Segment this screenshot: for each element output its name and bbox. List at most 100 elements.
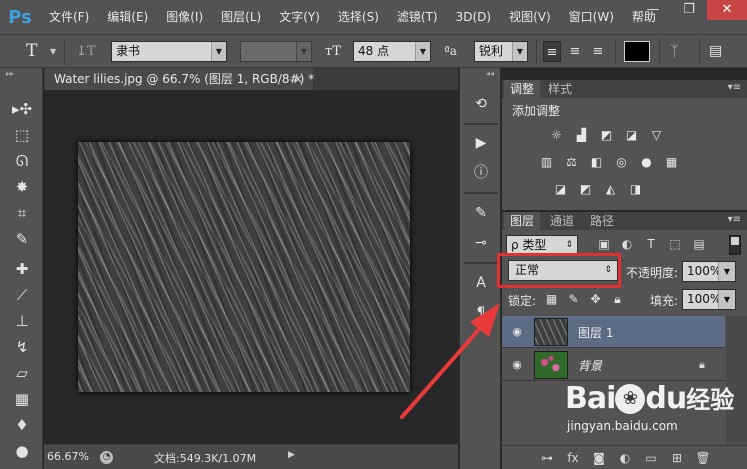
eyedropper-tool-icon[interactable]: ✎ xyxy=(10,228,34,250)
panel-grip[interactable]: ◂◂ xyxy=(460,68,500,80)
vibrance-icon[interactable]: ▽ xyxy=(648,128,665,143)
font-family-select[interactable]: 隶书 ▼ xyxy=(111,41,227,62)
magic-wand-tool-icon[interactable]: ✸ xyxy=(10,176,34,198)
fill-field[interactable]: 100% ▼ xyxy=(682,289,736,310)
text-orientation-icon[interactable]: ↨T xyxy=(76,41,96,62)
lock-image-icon[interactable]: ✎ xyxy=(566,292,581,307)
type-tool-preset-icon[interactable]: T xyxy=(26,41,37,62)
menu-layer[interactable]: 图层(L) xyxy=(212,0,270,34)
invert-icon[interactable]: ◪ xyxy=(552,182,569,197)
eraser-tool-icon[interactable]: ▱ xyxy=(10,362,34,384)
crop-tool-icon[interactable]: ⌗ xyxy=(10,202,34,224)
type-filter-icon[interactable]: T xyxy=(643,236,659,252)
panel-menu-icon[interactable]: ▾≡ xyxy=(728,214,741,225)
link-layers-icon[interactable]: ⊶ xyxy=(538,449,556,467)
color-lookup-icon[interactable]: ▦ xyxy=(663,155,680,170)
paragraph-panel-icon[interactable]: ¶ xyxy=(470,302,492,324)
healing-brush-tool-icon[interactable]: ✚ xyxy=(10,258,34,280)
marquee-tool-icon[interactable]: ⬚ xyxy=(10,124,34,146)
smart-object-filter-icon[interactable]: ▤ xyxy=(691,236,707,252)
document-canvas[interactable] xyxy=(78,142,410,392)
layer-name[interactable]: 背景 xyxy=(578,357,602,374)
exposure-icon[interactable]: ◪ xyxy=(623,128,640,143)
font-size-select[interactable]: 48 点 ▼ xyxy=(353,41,431,62)
brush-panel-icon[interactable]: ✎ xyxy=(470,202,492,224)
filter-toggle-switch[interactable] xyxy=(729,235,741,255)
layer-filter-select[interactable]: ρ 类型 ⇕ xyxy=(506,235,578,255)
selective-color-icon[interactable]: ◨ xyxy=(627,182,644,197)
posterize-icon[interactable]: ◩ xyxy=(577,182,594,197)
menu-image[interactable]: 图像(I) xyxy=(157,0,212,34)
close-icon[interactable]: × xyxy=(293,68,303,90)
character-panel-icon[interactable]: A xyxy=(470,272,492,294)
zoom-preview-icon[interactable]: ◔ xyxy=(100,451,113,464)
align-center-button[interactable]: ≡ xyxy=(566,41,584,62)
new-layer-icon[interactable]: ⊞ xyxy=(668,449,686,467)
layer-row[interactable]: ◉ 背景 🔒︎ xyxy=(502,349,725,381)
hue-saturation-icon[interactable]: ▥ xyxy=(538,155,555,170)
threshold-icon[interactable]: ◭ xyxy=(602,182,619,197)
align-left-button[interactable]: ≡ xyxy=(543,41,561,62)
chevron-down-icon[interactable]: ▼ xyxy=(50,41,56,62)
history-brush-tool-icon[interactable]: ↯ xyxy=(10,336,34,358)
brightness-contrast-icon[interactable]: ☼ xyxy=(548,128,565,143)
black-white-icon[interactable]: ◧ xyxy=(588,155,605,170)
warp-text-icon[interactable]: ᛉ xyxy=(670,41,679,62)
tool-presets-icon[interactable]: ⊸ xyxy=(470,232,492,254)
panel-menu-icon[interactable]: ▾≡ xyxy=(728,82,741,93)
opacity-field[interactable]: 100% ▼ xyxy=(682,261,736,282)
align-right-button[interactable]: ≡ xyxy=(589,41,607,62)
panel-grip[interactable]: ▸▸ xyxy=(0,68,42,80)
minimize-button[interactable]: — xyxy=(635,0,671,20)
status-menu-arrow-icon[interactable]: ▶ xyxy=(288,450,295,460)
gradient-tool-icon[interactable]: ▦ xyxy=(10,388,34,410)
eye-icon[interactable]: ◉ xyxy=(510,325,524,339)
tab-layers[interactable]: 图层 xyxy=(504,212,541,230)
document-tab[interactable]: Water lilies.jpg @ 66.7% (图层 1, RGB/8#) … xyxy=(45,68,314,90)
antialias-select[interactable]: 锐利 ▼ xyxy=(474,41,528,62)
curves-icon[interactable]: ◩ xyxy=(598,128,615,143)
actions-panel-icon[interactable]: ▶ xyxy=(470,132,492,154)
close-button[interactable]: ✕ xyxy=(707,0,747,20)
zoom-level[interactable]: 66.67% xyxy=(47,450,89,463)
menu-edit[interactable]: 编辑(E) xyxy=(98,0,157,34)
adjustment-layer-icon[interactable]: ◐ xyxy=(616,449,634,467)
lock-transparent-icon[interactable]: ▦ xyxy=(544,292,559,307)
character-panel-icon[interactable]: ▤ xyxy=(709,41,722,62)
canvas-area[interactable] xyxy=(44,90,458,444)
eye-icon[interactable]: ◉ xyxy=(510,358,524,372)
clone-stamp-tool-icon[interactable]: ⊥ xyxy=(10,310,34,332)
history-panel-icon[interactable]: ⟲ xyxy=(470,93,492,115)
pixel-filter-icon[interactable]: ▣ xyxy=(596,236,612,252)
photo-filter-icon[interactable]: ◎ xyxy=(613,155,630,170)
tab-channels[interactable]: 通道 xyxy=(544,212,580,230)
layer-row[interactable]: ◉ 图层 1 xyxy=(502,316,725,348)
menu-3d[interactable]: 3D(D) xyxy=(447,0,500,34)
tab-styles[interactable]: 样式 xyxy=(542,80,578,98)
menu-file[interactable]: 文件(F) xyxy=(40,0,98,34)
layer-name[interactable]: 图层 1 xyxy=(578,324,613,341)
dodge-tool-icon[interactable]: ● xyxy=(10,440,34,462)
trash-icon[interactable]: 🗑︎ xyxy=(694,449,712,467)
color-balance-icon[interactable]: ⚖ xyxy=(563,155,580,170)
menu-filter[interactable]: 滤镜(T) xyxy=(388,0,447,34)
menu-select[interactable]: 选择(S) xyxy=(329,0,388,34)
layer-mask-icon[interactable]: ◙ xyxy=(590,449,608,467)
brush-tool-icon[interactable]: ⟋ xyxy=(10,284,34,306)
blur-tool-icon[interactable]: ♦ xyxy=(10,414,34,436)
channel-mixer-icon[interactable]: ● xyxy=(638,155,655,170)
menu-window[interactable]: 窗口(W) xyxy=(560,0,623,34)
restore-button[interactable]: ❐ xyxy=(671,0,707,20)
info-icon[interactable]: ⓘ xyxy=(470,162,492,184)
lasso-tool-icon[interactable]: ᘏ xyxy=(10,150,34,172)
lock-all-icon[interactable]: 🔒︎ xyxy=(610,292,625,307)
menu-view[interactable]: 视图(V) xyxy=(500,0,560,34)
move-tool-icon[interactable]: ▸✣ xyxy=(10,98,34,120)
new-group-icon[interactable]: ▭ xyxy=(642,449,660,467)
text-color-swatch[interactable] xyxy=(624,41,650,62)
lock-position-icon[interactable]: ✥ xyxy=(588,292,603,307)
tab-paths[interactable]: 路径 xyxy=(584,212,620,230)
tab-adjustments[interactable]: 调整 xyxy=(504,80,541,98)
layer-style-icon[interactable]: fx xyxy=(564,449,582,467)
shape-filter-icon[interactable]: ⬚ xyxy=(667,236,683,252)
